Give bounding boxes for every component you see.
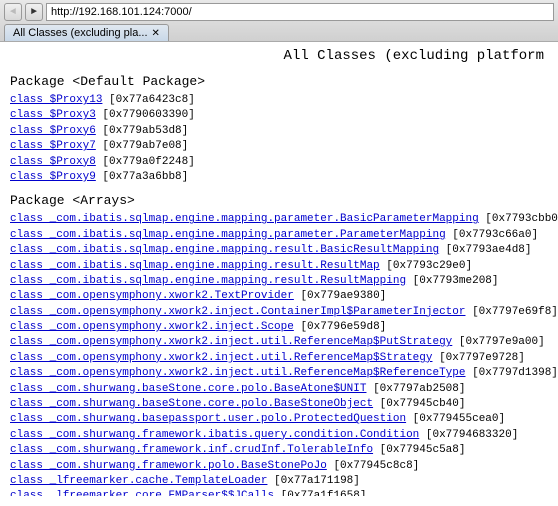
tab-label: All Classes (excluding pla... — [13, 27, 148, 39]
list-item: class _com.shurwang.baseStone.core.polo.… — [10, 397, 548, 412]
list-item: class _com.shurwang.framework.inf.crudIn… — [10, 443, 548, 458]
class-link[interactable]: class _com.opensymphony.xwork2.TextProvi… — [10, 290, 294, 302]
class-address: [0x7793cbb08] — [479, 213, 558, 225]
class-address: [0x77a171198] — [267, 475, 359, 487]
class-link[interactable]: class _com.shurwang.basepassport.user.po… — [10, 413, 406, 425]
list-item: class $Proxy13 [0x77a6423c8] — [10, 93, 548, 108]
class-address: [0x7797d1398] — [465, 367, 557, 379]
address-bar[interactable] — [46, 3, 554, 21]
browser-tab[interactable]: All Classes (excluding pla... ✕ — [4, 24, 169, 41]
page-title: All Classes (excluding platform — [10, 48, 544, 64]
class-link[interactable]: class _com.ibatis.sqlmap.engine.mapping.… — [10, 213, 479, 225]
list-item: class _com.opensymphony.xwork2.inject.ut… — [10, 366, 548, 381]
default-package-section: Package <Default Package> class $Proxy13… — [10, 74, 548, 185]
class-address: [0x77945c5a8] — [373, 444, 465, 456]
forward-button[interactable]: ► — [25, 3, 43, 21]
class-address: [0x7793me208] — [406, 275, 498, 287]
class-address: [0x779ae9380] — [294, 290, 386, 302]
class-link[interactable]: class _com.opensymphony.xwork2.inject.Sc… — [10, 321, 294, 333]
default-classes-list: class $Proxy13 [0x77a6423c8]class $Proxy… — [10, 93, 548, 185]
list-item: class _com.ibatis.sqlmap.engine.mapping.… — [10, 228, 548, 243]
class-address: [0x7797e9a00] — [452, 336, 544, 348]
class-link[interactable]: class _com.ibatis.sqlmap.engine.mapping.… — [10, 244, 439, 256]
class-link[interactable]: class $Proxy7 — [10, 140, 96, 152]
class-address: [0x7797e69f8] — [465, 306, 557, 318]
class-link[interactable]: class _com.ibatis.sqlmap.engine.mapping.… — [10, 275, 406, 287]
list-item: class _com.shurwang.basepassport.user.po… — [10, 412, 548, 427]
list-item: class _lfreemarker.core.FMParser$$JCalls… — [10, 489, 548, 496]
class-address: [0x779ab7e08] — [96, 140, 188, 152]
class-link[interactable]: class _com.shurwang.framework.ibatis.que… — [10, 429, 419, 441]
class-address: [0x779a0f2248] — [96, 156, 195, 168]
content-area: All Classes (excluding platform Package … — [0, 42, 558, 496]
class-address: [0x779ab53d8] — [96, 125, 188, 137]
class-address: [0x7797e9728] — [432, 352, 524, 364]
list-item: class _com.ibatis.sqlmap.engine.mapping.… — [10, 243, 548, 258]
class-address: [0x7794683320] — [419, 429, 518, 441]
list-item: class _com.opensymphony.xwork2.inject.ut… — [10, 335, 548, 350]
class-link[interactable]: class _com.opensymphony.xwork2.inject.ut… — [10, 336, 452, 348]
list-item: class _com.opensymphony.xwork2.TextProvi… — [10, 289, 548, 304]
class-link[interactable]: class _com.shurwang.framework.inf.crudIn… — [10, 444, 373, 456]
class-address: [0x7796e59d8] — [294, 321, 386, 333]
class-address: [0x7797ab2508] — [366, 383, 465, 395]
class-address: [0x779455cea0] — [406, 413, 505, 425]
class-link[interactable]: class _com.ibatis.sqlmap.engine.mapping.… — [10, 229, 446, 241]
class-link[interactable]: class _com.opensymphony.xwork2.inject.ut… — [10, 367, 465, 379]
class-address: [0x7793c29e0] — [380, 260, 472, 272]
class-link[interactable]: class _com.ibatis.sqlmap.engine.mapping.… — [10, 260, 380, 272]
class-address: [0x77945cb40] — [373, 398, 465, 410]
class-address: [0x7793ae4d8] — [439, 244, 531, 256]
class-address: [0x77a1f1658] — [274, 490, 366, 496]
list-item: class _com.ibatis.sqlmap.engine.mapping.… — [10, 212, 548, 227]
list-item: class _lfreemarker.cache.TemplateLoader … — [10, 474, 548, 489]
list-item: class $Proxy8 [0x779a0f2248] — [10, 155, 548, 170]
list-item: class $Proxy7 [0x779ab7e08] — [10, 139, 548, 154]
class-link[interactable]: class _com.shurwang.baseStone.core.polo.… — [10, 383, 366, 395]
class-link[interactable]: class $Proxy3 — [10, 109, 96, 121]
list-item: class _com.shurwang.framework.polo.BaseS… — [10, 459, 548, 474]
arrays-package-heading: Package <Arrays> — [10, 193, 548, 208]
tab-close-button[interactable]: ✕ — [152, 28, 160, 39]
arrays-classes-list: class _com.ibatis.sqlmap.engine.mapping.… — [10, 212, 548, 496]
list-item: class $Proxy3 [0x7790603390] — [10, 108, 548, 123]
browser-chrome: ◄ ► All Classes (excluding pla... ✕ — [0, 0, 558, 42]
list-item: class $Proxy9 [0x77a3a6bb8] — [10, 170, 548, 185]
class-address: [0x77a3a6bb8] — [96, 171, 188, 183]
class-address: [0x77a6423c8] — [102, 94, 194, 106]
nav-bar: ◄ ► — [4, 3, 554, 21]
class-link[interactable]: class _com.opensymphony.xwork2.inject.Co… — [10, 306, 465, 318]
list-item: class _com.shurwang.framework.ibatis.que… — [10, 428, 548, 443]
class-link[interactable]: class $Proxy9 — [10, 171, 96, 183]
class-address: [0x7790603390] — [96, 109, 195, 121]
list-item: class _com.ibatis.sqlmap.engine.mapping.… — [10, 274, 548, 289]
class-link[interactable]: class _lfreemarker.cache.TemplateLoader — [10, 475, 267, 487]
class-link[interactable]: class _com.shurwang.baseStone.core.polo.… — [10, 398, 373, 410]
class-address: [0x77945c8c8] — [327, 460, 419, 472]
class-address: [0x7793c66a0] — [446, 229, 538, 241]
default-package-heading: Package <Default Package> — [10, 74, 548, 89]
list-item: class _com.opensymphony.xwork2.inject.Co… — [10, 305, 548, 320]
arrays-package-section: Package <Arrays> class _com.ibatis.sqlma… — [10, 193, 548, 496]
list-item: class _com.ibatis.sqlmap.engine.mapping.… — [10, 259, 548, 274]
class-link[interactable]: class _com.shurwang.framework.polo.BaseS… — [10, 460, 327, 472]
class-link[interactable]: class $Proxy8 — [10, 156, 96, 168]
class-link[interactable]: class $Proxy13 — [10, 94, 102, 106]
class-link[interactable]: class $Proxy6 — [10, 125, 96, 137]
class-link[interactable]: class _lfreemarker.core.FMParser$$JCalls — [10, 490, 274, 496]
list-item: class $Proxy6 [0x779ab53d8] — [10, 124, 548, 139]
tab-bar: All Classes (excluding pla... ✕ — [4, 24, 554, 41]
back-button[interactable]: ◄ — [4, 3, 22, 21]
list-item: class _com.opensymphony.xwork2.inject.ut… — [10, 351, 548, 366]
list-item: class _com.opensymphony.xwork2.inject.Sc… — [10, 320, 548, 335]
list-item: class _com.shurwang.baseStone.core.polo.… — [10, 382, 548, 397]
class-link[interactable]: class _com.opensymphony.xwork2.inject.ut… — [10, 352, 432, 364]
